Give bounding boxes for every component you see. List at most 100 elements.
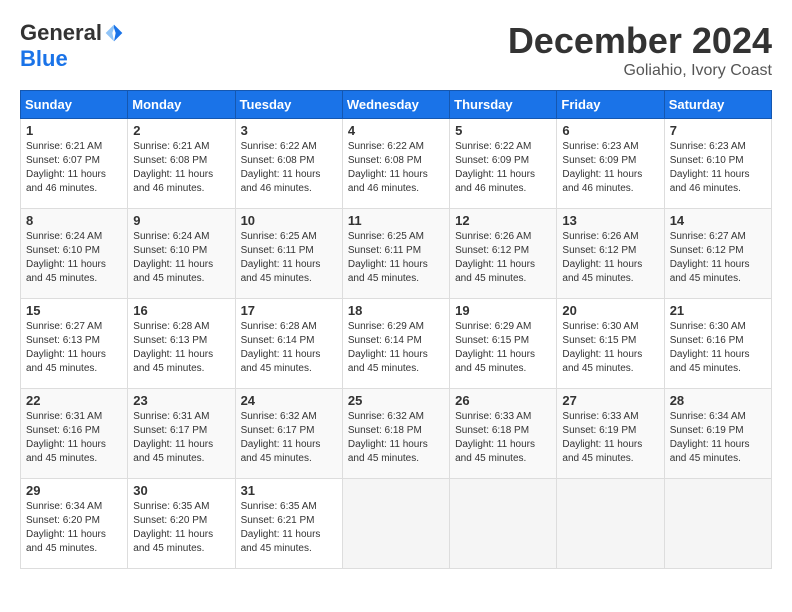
table-row: 4 Sunrise: 6:22 AM Sunset: 6:08 PM Dayli… (342, 119, 449, 209)
table-row (557, 479, 664, 569)
day-number: 31 (241, 483, 337, 498)
day-info: Sunrise: 6:30 AM Sunset: 6:16 PM Dayligh… (670, 320, 766, 376)
day-info: Sunrise: 6:29 AM Sunset: 6:14 PM Dayligh… (348, 320, 444, 376)
col-thursday: Thursday (450, 91, 557, 119)
col-monday: Monday (128, 91, 235, 119)
logo-blue-text: Blue (20, 46, 68, 72)
table-row: 29 Sunrise: 6:34 AM Sunset: 6:20 PM Dayl… (21, 479, 128, 569)
day-number: 1 (26, 123, 122, 138)
page-header: General Blue December 2024 Goliahio, Ivo… (20, 20, 772, 80)
day-number: 10 (241, 213, 337, 228)
table-row: 24 Sunrise: 6:32 AM Sunset: 6:17 PM Dayl… (235, 389, 342, 479)
day-number: 26 (455, 393, 551, 408)
day-number: 12 (455, 213, 551, 228)
table-row: 27 Sunrise: 6:33 AM Sunset: 6:19 PM Dayl… (557, 389, 664, 479)
day-number: 25 (348, 393, 444, 408)
day-number: 5 (455, 123, 551, 138)
day-info: Sunrise: 6:24 AM Sunset: 6:10 PM Dayligh… (133, 230, 229, 286)
day-info: Sunrise: 6:25 AM Sunset: 6:11 PM Dayligh… (241, 230, 337, 286)
table-row: 3 Sunrise: 6:22 AM Sunset: 6:08 PM Dayli… (235, 119, 342, 209)
table-row: 26 Sunrise: 6:33 AM Sunset: 6:18 PM Dayl… (450, 389, 557, 479)
day-number: 28 (670, 393, 766, 408)
location-subtitle: Goliahio, Ivory Coast (508, 62, 772, 80)
day-info: Sunrise: 6:35 AM Sunset: 6:20 PM Dayligh… (133, 500, 229, 556)
day-info: Sunrise: 6:34 AM Sunset: 6:20 PM Dayligh… (26, 500, 122, 556)
day-number: 27 (562, 393, 658, 408)
table-row: 14 Sunrise: 6:27 AM Sunset: 6:12 PM Dayl… (664, 209, 771, 299)
logo-general: General (20, 20, 102, 46)
table-row: 22 Sunrise: 6:31 AM Sunset: 6:16 PM Dayl… (21, 389, 128, 479)
day-number: 4 (348, 123, 444, 138)
table-row: 15 Sunrise: 6:27 AM Sunset: 6:13 PM Dayl… (21, 299, 128, 389)
table-row: 25 Sunrise: 6:32 AM Sunset: 6:18 PM Dayl… (342, 389, 449, 479)
table-row: 8 Sunrise: 6:24 AM Sunset: 6:10 PM Dayli… (21, 209, 128, 299)
day-info: Sunrise: 6:28 AM Sunset: 6:14 PM Dayligh… (241, 320, 337, 376)
table-row: 13 Sunrise: 6:26 AM Sunset: 6:12 PM Dayl… (557, 209, 664, 299)
table-row: 28 Sunrise: 6:34 AM Sunset: 6:19 PM Dayl… (664, 389, 771, 479)
day-info: Sunrise: 6:27 AM Sunset: 6:13 PM Dayligh… (26, 320, 122, 376)
day-number: 19 (455, 303, 551, 318)
day-info: Sunrise: 6:31 AM Sunset: 6:17 PM Dayligh… (133, 410, 229, 466)
col-saturday: Saturday (664, 91, 771, 119)
table-row: 18 Sunrise: 6:29 AM Sunset: 6:14 PM Dayl… (342, 299, 449, 389)
table-row: 20 Sunrise: 6:30 AM Sunset: 6:15 PM Dayl… (557, 299, 664, 389)
day-info: Sunrise: 6:26 AM Sunset: 6:12 PM Dayligh… (562, 230, 658, 286)
day-info: Sunrise: 6:34 AM Sunset: 6:19 PM Dayligh… (670, 410, 766, 466)
day-number: 17 (241, 303, 337, 318)
month-title: December 2024 (508, 20, 772, 62)
table-row: 23 Sunrise: 6:31 AM Sunset: 6:17 PM Dayl… (128, 389, 235, 479)
table-row: 7 Sunrise: 6:23 AM Sunset: 6:10 PM Dayli… (664, 119, 771, 209)
day-info: Sunrise: 6:31 AM Sunset: 6:16 PM Dayligh… (26, 410, 122, 466)
day-number: 7 (670, 123, 766, 138)
table-row (450, 479, 557, 569)
day-number: 24 (241, 393, 337, 408)
day-info: Sunrise: 6:32 AM Sunset: 6:17 PM Dayligh… (241, 410, 337, 466)
day-number: 18 (348, 303, 444, 318)
day-number: 3 (241, 123, 337, 138)
day-number: 11 (348, 213, 444, 228)
title-block: December 2024 Goliahio, Ivory Coast (508, 20, 772, 80)
day-number: 22 (26, 393, 122, 408)
table-row: 31 Sunrise: 6:35 AM Sunset: 6:21 PM Dayl… (235, 479, 342, 569)
day-number: 23 (133, 393, 229, 408)
day-info: Sunrise: 6:21 AM Sunset: 6:08 PM Dayligh… (133, 140, 229, 196)
day-number: 9 (133, 213, 229, 228)
day-number: 2 (133, 123, 229, 138)
col-sunday: Sunday (21, 91, 128, 119)
day-number: 15 (26, 303, 122, 318)
table-row: 1 Sunrise: 6:21 AM Sunset: 6:07 PM Dayli… (21, 119, 128, 209)
day-info: Sunrise: 6:22 AM Sunset: 6:08 PM Dayligh… (348, 140, 444, 196)
day-info: Sunrise: 6:28 AM Sunset: 6:13 PM Dayligh… (133, 320, 229, 376)
day-info: Sunrise: 6:33 AM Sunset: 6:18 PM Dayligh… (455, 410, 551, 466)
day-number: 21 (670, 303, 766, 318)
calendar-table: Sunday Monday Tuesday Wednesday Thursday… (20, 90, 772, 569)
logo-icon (104, 23, 124, 43)
day-info: Sunrise: 6:23 AM Sunset: 6:10 PM Dayligh… (670, 140, 766, 196)
table-row (664, 479, 771, 569)
day-info: Sunrise: 6:27 AM Sunset: 6:12 PM Dayligh… (670, 230, 766, 286)
day-info: Sunrise: 6:22 AM Sunset: 6:09 PM Dayligh… (455, 140, 551, 196)
col-friday: Friday (557, 91, 664, 119)
day-info: Sunrise: 6:30 AM Sunset: 6:15 PM Dayligh… (562, 320, 658, 376)
day-number: 8 (26, 213, 122, 228)
table-row: 17 Sunrise: 6:28 AM Sunset: 6:14 PM Dayl… (235, 299, 342, 389)
day-number: 14 (670, 213, 766, 228)
day-info: Sunrise: 6:25 AM Sunset: 6:11 PM Dayligh… (348, 230, 444, 286)
day-info: Sunrise: 6:22 AM Sunset: 6:08 PM Dayligh… (241, 140, 337, 196)
table-row: 2 Sunrise: 6:21 AM Sunset: 6:08 PM Dayli… (128, 119, 235, 209)
table-row: 19 Sunrise: 6:29 AM Sunset: 6:15 PM Dayl… (450, 299, 557, 389)
table-row (342, 479, 449, 569)
table-row: 5 Sunrise: 6:22 AM Sunset: 6:09 PM Dayli… (450, 119, 557, 209)
table-row: 30 Sunrise: 6:35 AM Sunset: 6:20 PM Dayl… (128, 479, 235, 569)
day-number: 30 (133, 483, 229, 498)
table-row: 11 Sunrise: 6:25 AM Sunset: 6:11 PM Dayl… (342, 209, 449, 299)
day-number: 16 (133, 303, 229, 318)
table-row: 12 Sunrise: 6:26 AM Sunset: 6:12 PM Dayl… (450, 209, 557, 299)
day-info: Sunrise: 6:33 AM Sunset: 6:19 PM Dayligh… (562, 410, 658, 466)
table-row: 16 Sunrise: 6:28 AM Sunset: 6:13 PM Dayl… (128, 299, 235, 389)
day-number: 13 (562, 213, 658, 228)
day-info: Sunrise: 6:24 AM Sunset: 6:10 PM Dayligh… (26, 230, 122, 286)
col-wednesday: Wednesday (342, 91, 449, 119)
day-number: 29 (26, 483, 122, 498)
day-info: Sunrise: 6:23 AM Sunset: 6:09 PM Dayligh… (562, 140, 658, 196)
